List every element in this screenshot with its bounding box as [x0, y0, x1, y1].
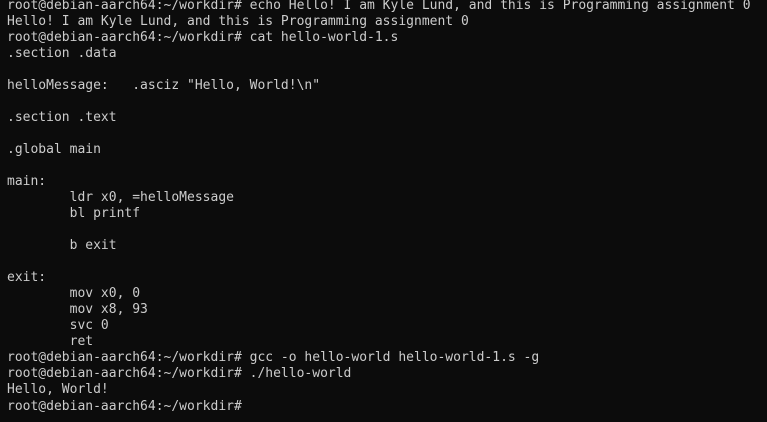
- terminal-line: root@debian-aarch64:~/workdir# ./hello-w…: [7, 366, 352, 381]
- terminal-window[interactable]: root@debian-aarch64:~/workdir# echo Hell…: [0, 0, 767, 422]
- terminal-line: .global main: [7, 142, 101, 157]
- terminal-line: root@debian-aarch64:~/workdir# gcc -o he…: [7, 350, 540, 365]
- terminal-output: root@debian-aarch64:~/workdir# echo Hell…: [7, 0, 767, 414]
- terminal-line: mov x0, 0: [7, 286, 141, 301]
- terminal-line: main:: [7, 174, 47, 189]
- terminal-line: svc 0: [7, 318, 109, 333]
- text-cursor: [250, 398, 258, 412]
- terminal-prompt-line[interactable]: root@debian-aarch64:~/workdir#: [7, 398, 767, 414]
- terminal-prompt: root@debian-aarch64:~/workdir#: [7, 399, 250, 414]
- terminal-line: root@debian-aarch64:~/workdir# echo Hell…: [7, 0, 751, 13]
- terminal-line: Hello! I am Kyle Lund, and this is Progr…: [7, 14, 469, 29]
- terminal-line: Hello, World!: [7, 382, 109, 397]
- terminal-line: exit:: [7, 270, 47, 285]
- terminal-line: .section .data: [7, 46, 117, 61]
- terminal-line: mov x8, 93: [7, 302, 148, 317]
- terminal-line: root@debian-aarch64:~/workdir# cat hello…: [7, 30, 399, 45]
- terminal-line: ldr x0, =helloMessage: [7, 190, 234, 205]
- terminal-line: helloMessage: .asciz "Hello, World!\n": [7, 78, 321, 93]
- terminal-line: .section .text: [7, 110, 117, 125]
- terminal-line: b exit: [7, 238, 117, 253]
- terminal-line: ret: [7, 334, 94, 349]
- terminal-line: bl printf: [7, 206, 141, 221]
